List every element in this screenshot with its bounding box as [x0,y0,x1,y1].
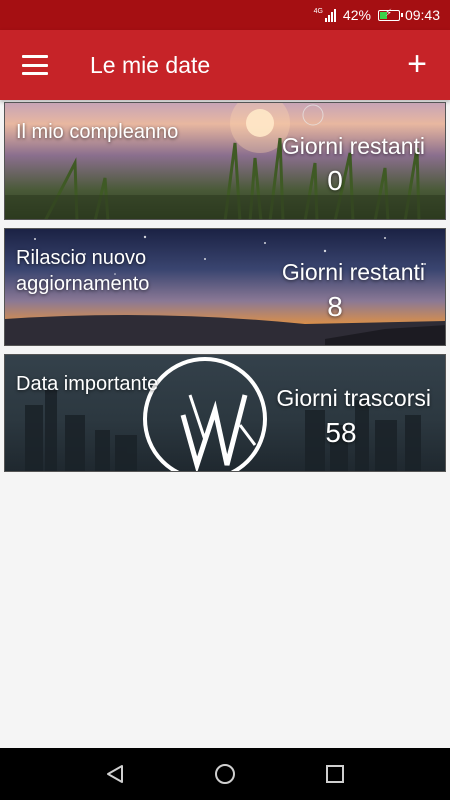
card-metric-label: Giorni trascorsi [276,385,431,411]
card-metric-value: 58 [325,417,357,448]
navigation-bar [0,748,450,800]
home-button[interactable] [205,754,245,794]
menu-button[interactable] [18,52,52,78]
dates-list: Il mio compleanno Giorni restanti 0 Rila… [0,102,450,480]
app-bar: Le mie date + [0,30,450,100]
date-card[interactable]: Il mio compleanno Giorni restanti 0 [4,102,446,220]
home-circle-icon [215,764,235,784]
signal-icon: 4G [314,8,336,22]
logo-emblem [143,357,267,471]
page-title: Le mie date [90,52,211,78]
card-metric-label: Giorni restanti [281,133,425,159]
date-card[interactable]: Rilascio nuovo aggiornamento Giorni rest… [4,228,446,346]
card-title: Rilascio nuovo aggiornamento [16,247,150,295]
recents-square-icon [326,765,344,783]
plus-icon: + [407,45,427,83]
status-bar: 4G 42% ⚡ 09:43 [0,0,450,30]
network-type: 4G [313,8,323,15]
back-triangle-icon [107,765,123,783]
recents-button[interactable] [315,754,355,794]
card-metric-label: Giorni restanti [281,259,425,285]
card-metric-value: 0 [327,165,343,196]
battery-icon: ⚡ [377,8,403,21]
card-title: Data importante [16,373,159,395]
card-title: Il mio compleanno [16,121,179,143]
back-button[interactable] [95,754,135,794]
date-card[interactable]: Data importante Giorni trascorsi 58 [4,354,446,472]
battery-percent: 42% [342,7,371,23]
clock: 09:43 [404,7,440,23]
add-date-button[interactable]: + [402,47,432,81]
card-metric-value: 8 [327,291,343,322]
hamburger-menu-icon [22,55,48,58]
